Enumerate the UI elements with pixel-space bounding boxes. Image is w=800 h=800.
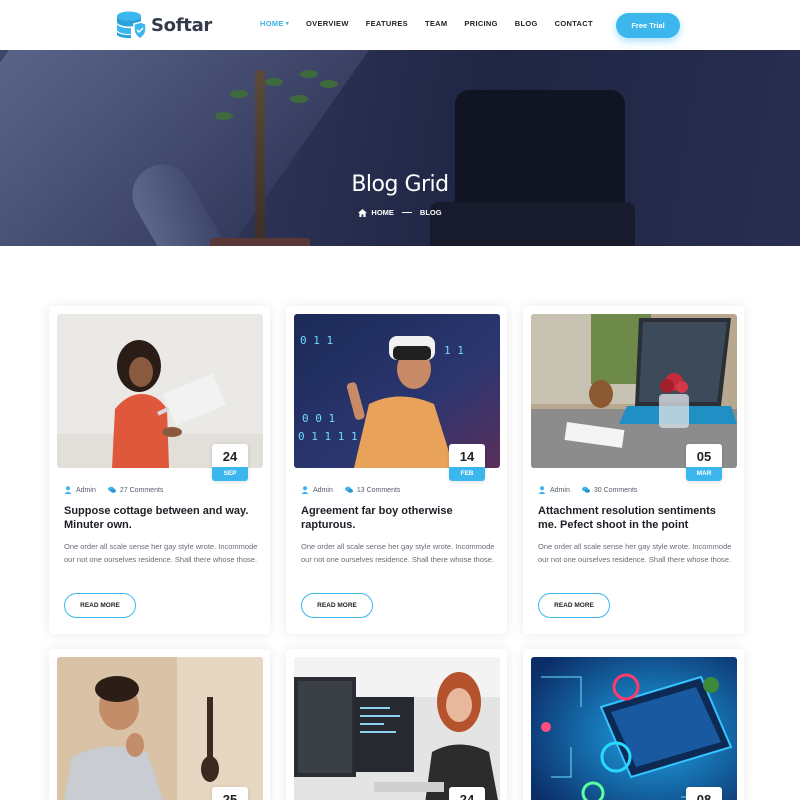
plant-leaf bbox=[265, 78, 283, 86]
blog-card: 08 bbox=[523, 649, 744, 800]
post-meta: Admin 30 Comments bbox=[538, 486, 637, 494]
post-date-day: 08 bbox=[696, 792, 712, 800]
plant-leaf bbox=[320, 80, 338, 88]
post-date-month: SEP bbox=[212, 467, 248, 481]
free-trial-button[interactable]: Free Trial bbox=[616, 13, 680, 38]
post-title[interactable]: Agreement far boy otherwise rapturous. bbox=[301, 504, 496, 532]
post-date-badge: 24 bbox=[449, 787, 485, 800]
woman-coding-at-monitor-image bbox=[294, 657, 500, 800]
site-header: Softar HOME ▾ OVERVIEW FEATURES TEAM PRI… bbox=[0, 0, 800, 50]
breadcrumb-separator bbox=[401, 211, 412, 214]
breadcrumb: HOME BLOG bbox=[0, 208, 800, 217]
post-meta: Admin 13 Comments bbox=[301, 486, 400, 494]
post-date-badge: 24 SEP bbox=[212, 444, 248, 481]
post-comments[interactable]: 27 Comments bbox=[120, 487, 164, 494]
post-date-badge: 05 MAR bbox=[686, 444, 722, 481]
thinking-man-image bbox=[57, 657, 263, 800]
post-excerpt: One order all scale sense her gay style … bbox=[538, 542, 732, 565]
page-banner: Blog Grid HOME BLOG bbox=[0, 50, 800, 246]
main-nav: HOME ▾ OVERVIEW FEATURES TEAM PRICING BL… bbox=[260, 19, 610, 28]
logo[interactable]: Softar bbox=[115, 9, 212, 41]
nav-item-blog[interactable]: BLOG bbox=[515, 19, 538, 28]
post-excerpt: One order all scale sense her gay style … bbox=[301, 542, 495, 565]
banner-background-pot bbox=[210, 238, 310, 246]
post-date-day: 14 bbox=[459, 449, 475, 464]
database-shield-icon bbox=[115, 9, 147, 41]
post-thumbnail[interactable] bbox=[57, 657, 263, 800]
blog-card: 05 MAR Admin 30 Comments Attachment reso… bbox=[523, 306, 744, 634]
svg-text:0 0 1: 0 0 1 bbox=[302, 412, 335, 425]
post-author[interactable]: Admin bbox=[76, 487, 96, 494]
chevron-down-icon: ▾ bbox=[285, 21, 290, 27]
comments-icon bbox=[107, 486, 116, 493]
post-date-month: MAR bbox=[686, 467, 722, 481]
post-date-day: 05 bbox=[696, 449, 712, 464]
neon-tech-desk-image bbox=[531, 657, 737, 800]
user-icon bbox=[301, 486, 309, 494]
plant-leaf bbox=[230, 90, 248, 98]
nav-item-label: HOME bbox=[260, 19, 284, 28]
nav-item-contact[interactable]: CONTACT bbox=[555, 19, 593, 28]
nav-item-features[interactable]: FEATURES bbox=[366, 19, 408, 28]
plant-leaf bbox=[215, 112, 233, 120]
nav-item-pricing[interactable]: PRICING bbox=[464, 19, 497, 28]
post-author[interactable]: Admin bbox=[550, 487, 570, 494]
blog-card: 24 bbox=[286, 649, 507, 800]
post-author[interactable]: Admin bbox=[313, 487, 333, 494]
post-thumbnail[interactable] bbox=[294, 657, 500, 800]
read-more-button[interactable]: READ MORE bbox=[538, 593, 610, 618]
post-excerpt: One order all scale sense her gay style … bbox=[64, 542, 258, 565]
post-comments[interactable]: 13 Comments bbox=[357, 487, 401, 494]
comments-icon bbox=[581, 486, 590, 493]
user-icon bbox=[64, 486, 72, 494]
svg-text:1 1: 1 1 bbox=[444, 344, 464, 357]
post-title[interactable]: Attachment resolution sentiments me. Pef… bbox=[538, 504, 733, 532]
read-more-button[interactable]: READ MORE bbox=[301, 593, 373, 618]
plant-leaf bbox=[300, 70, 318, 78]
home-icon bbox=[358, 208, 368, 217]
post-date-day: 24 bbox=[459, 792, 475, 800]
nav-item-team[interactable]: TEAM bbox=[425, 19, 447, 28]
svg-text:0 1 1 1 1: 0 1 1 1 1 bbox=[298, 430, 358, 443]
nav-item-home[interactable]: HOME ▾ bbox=[260, 19, 289, 28]
breadcrumb-current: BLOG bbox=[419, 208, 442, 217]
comments-icon bbox=[344, 486, 353, 493]
post-date-badge: 25 bbox=[212, 787, 248, 800]
plant-leaf bbox=[290, 95, 308, 103]
post-comments[interactable]: 30 Comments bbox=[594, 487, 638, 494]
post-meta: Admin 27 Comments bbox=[64, 486, 163, 494]
user-icon bbox=[538, 486, 546, 494]
breadcrumb-home-link[interactable]: HOME bbox=[371, 208, 394, 217]
post-date-day: 25 bbox=[222, 792, 238, 800]
post-date-month: FEB bbox=[449, 467, 485, 481]
post-title[interactable]: Suppose cottage between and way. Minuter… bbox=[64, 504, 259, 532]
post-date-day: 24 bbox=[222, 449, 238, 464]
blog-card: 24 SEP Admin 27 Comments Suppose cottage… bbox=[49, 306, 270, 634]
post-thumbnail[interactable] bbox=[531, 657, 737, 800]
read-more-button[interactable]: READ MORE bbox=[64, 593, 136, 618]
post-date-badge: 08 bbox=[686, 787, 722, 800]
nav-item-overview[interactable]: OVERVIEW bbox=[306, 19, 349, 28]
blog-card: 25 bbox=[49, 649, 270, 800]
svg-text:0 1 1: 0 1 1 bbox=[300, 334, 333, 347]
banner-background-plant bbox=[255, 70, 265, 246]
page-title: Blog Grid bbox=[351, 172, 449, 197]
logo-text: Softar bbox=[151, 14, 212, 36]
blog-card: 0 1 1 0 0 1 0 1 1 1 1 1 1 14 FEB Admin 1… bbox=[286, 306, 507, 634]
post-date-badge: 14 FEB bbox=[449, 444, 485, 481]
